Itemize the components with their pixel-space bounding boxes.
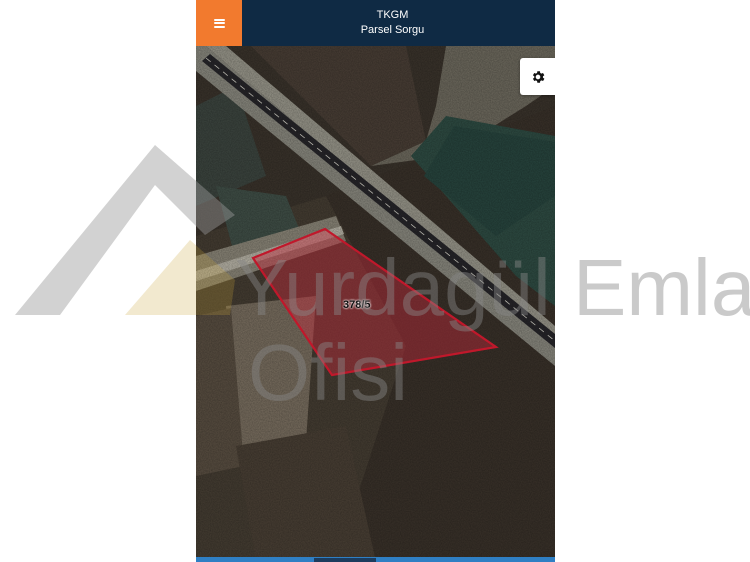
hamburger-menu-icon: [213, 18, 225, 28]
menu-button[interactable]: [196, 0, 242, 46]
gear-icon: [532, 70, 544, 83]
phone-screen: 378/5 TKGM Parsel Sorgu: [196, 0, 555, 562]
bottom-handle[interactable]: [314, 558, 376, 562]
settings-button[interactable]: [520, 58, 555, 95]
top-app-bar: TKGM Parsel Sorgu: [196, 0, 555, 46]
satellite-map[interactable]: [196, 46, 555, 562]
app-title-block: TKGM Parsel Sorgu: [242, 0, 555, 46]
app-title: TKGM: [376, 9, 409, 21]
parcel-number-label: 378/5: [343, 299, 371, 311]
app-subtitle: Parsel Sorgu: [360, 24, 425, 36]
